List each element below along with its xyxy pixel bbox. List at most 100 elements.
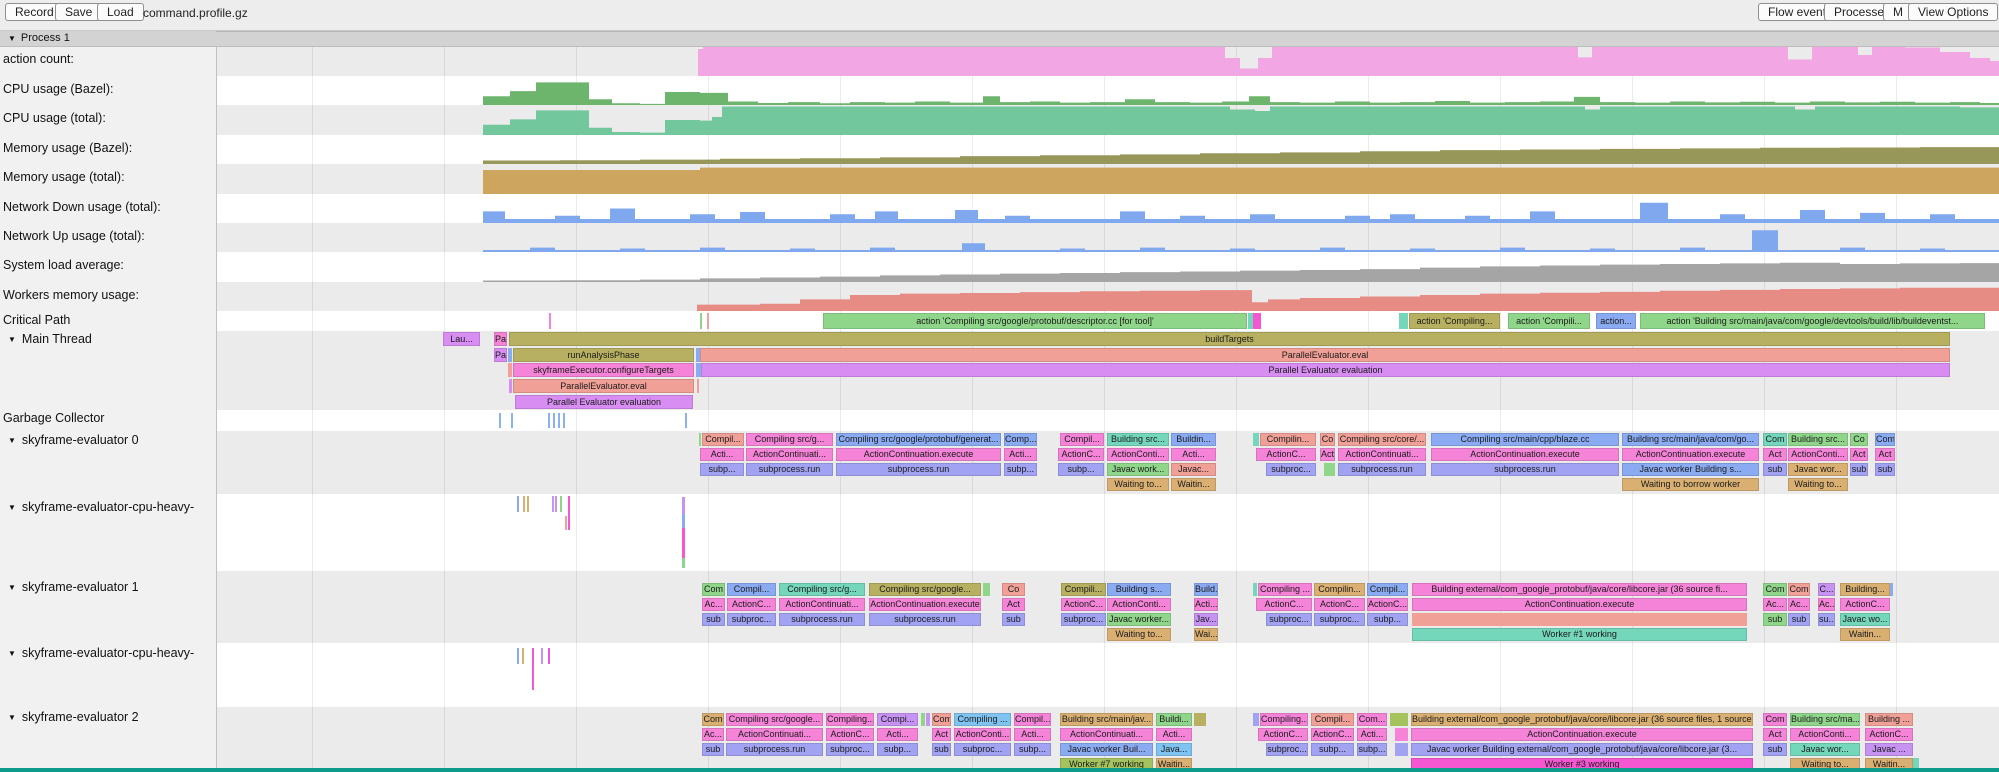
trace-mark[interactable] — [682, 558, 685, 568]
trace-block[interactable]: Building external/com_google_protobuf/ja… — [1411, 713, 1753, 726]
trace-block[interactable]: Acti... — [1156, 728, 1192, 741]
trace-block[interactable]: sub — [1788, 613, 1810, 626]
trace-sliver[interactable] — [508, 348, 512, 362]
trace-block[interactable]: Compil... — [1060, 433, 1104, 446]
trace-block[interactable]: Compil... — [1014, 713, 1051, 726]
trace-block[interactable]: Com — [1763, 583, 1787, 596]
trace-block[interactable]: Act — [1763, 448, 1787, 461]
trace-block[interactable]: Ac... — [702, 598, 725, 611]
trace-block[interactable]: Building src/ma... — [1790, 713, 1860, 726]
trace-mark[interactable] — [552, 496, 554, 512]
trace-sliver[interactable] — [1324, 463, 1335, 476]
trace-block[interactable]: Com... — [1357, 713, 1387, 726]
trace-block[interactable]: action... — [1596, 313, 1636, 329]
trace-block[interactable]: Building external/com_google_protobuf/ja… — [1412, 583, 1747, 596]
trace-block[interactable]: subproc... — [1314, 613, 1365, 626]
trace-mark[interactable] — [560, 496, 562, 512]
trace-block[interactable]: Waiting to... — [1107, 478, 1169, 491]
trace-block[interactable]: Compilin... — [1260, 433, 1316, 446]
trace-block[interactable]: subprocess.run — [869, 613, 981, 626]
trace-block[interactable]: Waiting to borrow worker — [1622, 478, 1759, 491]
trace-block[interactable]: Compil... — [1311, 713, 1354, 726]
cpu-bazel-chart[interactable] — [216, 76, 1999, 105]
mem-bazel-chart[interactable] — [216, 135, 1999, 164]
trace-block[interactable]: Com — [702, 583, 725, 596]
trace-block[interactable]: Com — [932, 713, 951, 726]
trace-block[interactable]: ActionConti... — [954, 728, 1011, 741]
trace-sliver[interactable] — [707, 313, 709, 329]
trace-block[interactable]: buildTargets — [509, 332, 1950, 346]
trace-block[interactable]: Co — [1850, 433, 1868, 446]
trace-mark[interactable] — [523, 496, 525, 512]
trace-block[interactable]: ActionC... — [1865, 728, 1913, 741]
trace-block[interactable]: ActionContinuation.execute — [1431, 448, 1619, 461]
track-label-skyframe-evaluator-1[interactable]: ▼skyframe-evaluator 1 — [8, 580, 139, 594]
trace-block[interactable]: subprocess.run — [1338, 463, 1426, 476]
trace-mark[interactable] — [532, 648, 534, 690]
trace-block[interactable]: Buildi... — [1156, 713, 1192, 726]
trace-block[interactable]: Acti... — [1357, 728, 1387, 741]
trace-block[interactable]: Com — [1763, 713, 1787, 726]
trace-block[interactable]: Ac... — [702, 728, 724, 741]
trace-block[interactable]: sub — [1850, 463, 1868, 476]
trace-block[interactable]: Compili... — [1061, 583, 1106, 596]
trace-block[interactable]: Parallel Evaluator evaluation — [701, 363, 1950, 377]
trace-sliver[interactable] — [1890, 583, 1893, 596]
trace-block[interactable]: sub — [1763, 463, 1787, 476]
trace-sliver[interactable] — [1395, 728, 1408, 741]
trace-block[interactable]: Act — [1002, 598, 1025, 611]
trace-block[interactable]: subprocess.run — [779, 613, 865, 626]
trace-block[interactable]: subprocess.run — [836, 463, 1001, 476]
trace-block[interactable]: Ac... — [1818, 598, 1835, 611]
trace-block[interactable]: ActionConti... — [1788, 448, 1848, 461]
trace-block[interactable]: Javac wo... — [1840, 613, 1890, 626]
trace-block[interactable]: subp... — [877, 743, 918, 756]
trace-sliver[interactable] — [697, 379, 699, 393]
trace-mark[interactable] — [682, 528, 685, 558]
load-button[interactable]: Load — [97, 3, 144, 21]
trace-block[interactable]: subproc... — [954, 743, 1011, 756]
trace-block[interactable]: Waitin... — [1171, 478, 1216, 491]
trace-block[interactable]: Ac... — [1763, 598, 1787, 611]
trace-mark[interactable] — [548, 648, 550, 664]
trace-block[interactable]: ActionC... — [1367, 598, 1408, 611]
trace-block[interactable]: ActionC... — [1311, 728, 1354, 741]
trace-block[interactable]: Co — [1002, 583, 1025, 596]
trace-block[interactable]: Java... — [1156, 743, 1192, 756]
trace-block[interactable]: Worker #1 working — [1412, 628, 1747, 641]
trace-mark[interactable] — [555, 496, 557, 512]
trace-mark[interactable] — [565, 516, 567, 530]
trace-block[interactable]: ActionC... — [1256, 598, 1312, 611]
trace-block[interactable]: subp... — [1367, 613, 1408, 626]
trace-block[interactable]: subproc... — [1061, 613, 1106, 626]
trace-sliver[interactable] — [699, 433, 701, 446]
trace-block[interactable]: Lau... — [443, 332, 480, 346]
trace-block[interactable]: Building... — [1840, 583, 1890, 596]
trace-block[interactable]: Par — [494, 348, 507, 362]
trace-mark[interactable] — [682, 497, 685, 514]
trace-block[interactable]: ActionContinuation.execute — [1622, 448, 1759, 461]
action-count-chart[interactable] — [216, 46, 1999, 76]
trace-block[interactable]: ActionC... — [826, 728, 874, 741]
trace-block[interactable]: subp... — [700, 463, 744, 476]
net-up-chart[interactable] — [216, 223, 1999, 252]
trace-sliver[interactable] — [563, 413, 565, 428]
trace-block[interactable]: ParallelEvaluator.eval — [700, 348, 1950, 362]
trace-block[interactable]: Build... — [1194, 583, 1218, 596]
trace-block[interactable]: subprocess.run — [746, 463, 833, 476]
trace-sliver[interactable] — [1194, 713, 1206, 726]
trace-block[interactable]: Acti... — [877, 728, 918, 741]
trace-block[interactable]: Compil... — [1367, 583, 1408, 596]
trace-sliver[interactable] — [921, 713, 925, 726]
trace-block[interactable]: subp... — [1357, 743, 1387, 756]
trace-sliver[interactable] — [1412, 613, 1747, 626]
trace-block[interactable]: skyframeExecutor.configureTargets — [513, 363, 694, 377]
trace-block[interactable]: ActionC... — [1840, 598, 1890, 611]
trace-block[interactable]: Building src/main/java/com/go... — [1622, 433, 1759, 446]
trace-block[interactable]: Acti... — [700, 448, 744, 461]
trace-block[interactable]: ActionC... — [727, 598, 776, 611]
trace-block[interactable]: Compiling ... — [954, 713, 1011, 726]
track-label-skyframe-evaluator-cpu-heavy[interactable]: ▼skyframe-evaluator-cpu-heavy- — [8, 646, 194, 660]
trace-block[interactable]: ActionContinuati... — [779, 598, 865, 611]
trace-block[interactable]: Buildin... — [1171, 433, 1216, 446]
